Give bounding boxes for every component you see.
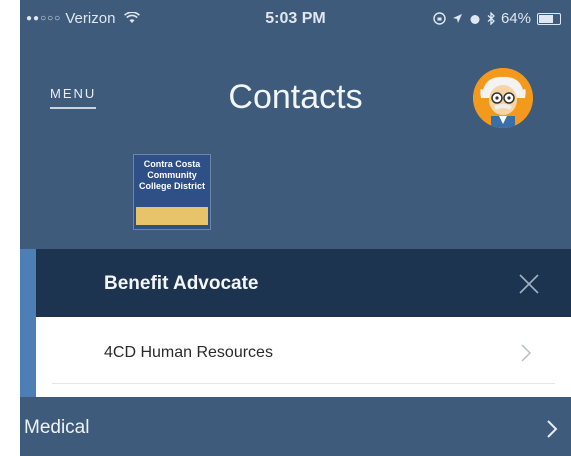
close-icon[interactable] [517,272,541,296]
location-icon [452,14,462,23]
bluetooth-icon [487,12,495,25]
status-bar: ●●○○○ Verizon 5:03 PM 64% [20,0,571,36]
status-indicators: 64% [433,10,561,27]
medical-label: Medical [24,417,90,438]
contact-row-label: 4CD Human Resources [104,344,273,361]
section-title: Benefit Advocate [104,273,259,294]
contact-row[interactable]: 4CD Human Resources [36,317,571,397]
rotation-lock-icon [433,12,446,25]
chevron-right-icon [547,420,558,438]
battery-percent: 64% [500,10,531,27]
section-header [20,249,571,317]
battery-icon [537,12,561,25]
avatar[interactable] [473,68,533,128]
row-divider [52,383,555,384]
district-logo: Contra Costa Community College District [133,154,211,230]
chevron-right-icon [521,344,532,362]
alarm-icon [470,14,480,24]
logo-stripe [136,207,208,225]
mascot-avatar-icon [473,68,533,128]
left-accent-bar [20,249,36,397]
medical-row[interactable]: Medical [20,397,571,456]
logo-text: Contra Costa Community College District [138,159,205,191]
app-screen: ●●○○○ Verizon 5:03 PM 64% MENU Contacts [20,0,571,456]
